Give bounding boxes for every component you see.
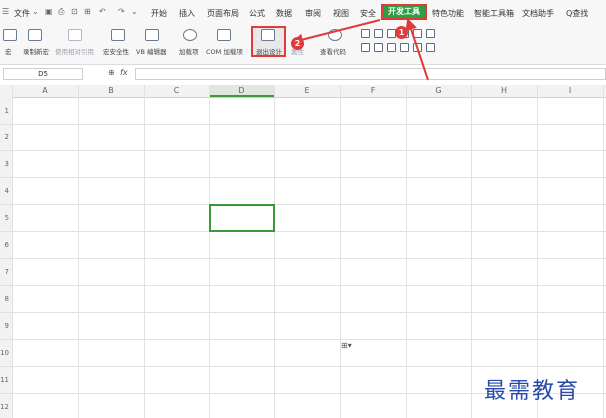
- step-badge-2: 2: [291, 37, 304, 50]
- annotation-arrows: [291, 18, 429, 81]
- step-badge-1: 1: [395, 26, 408, 39]
- arrow-to-design-mode: [291, 19, 381, 46]
- arrow-to-developer-tab: [405, 18, 429, 81]
- watermark: 最需教育: [484, 379, 581, 404]
